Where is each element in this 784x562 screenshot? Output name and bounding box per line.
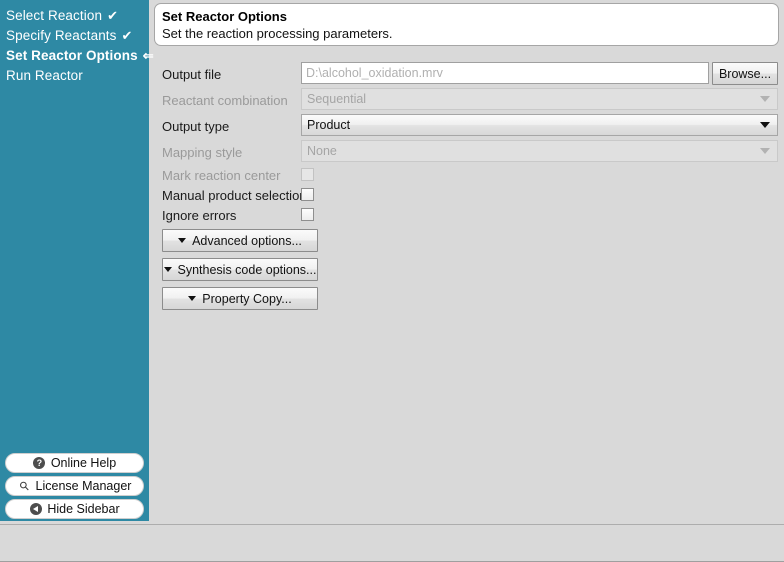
output-type-label: Output type <box>162 119 230 134</box>
advanced-options-label: Advanced options... <box>192 233 302 248</box>
license-manager-label: License Manager <box>35 479 132 493</box>
caret-down-icon <box>188 296 197 301</box>
chevron-down-icon <box>760 122 770 128</box>
ignore-errors-label: Ignore errors <box>162 208 237 223</box>
ignore-errors-checkbox[interactable] <box>301 208 314 221</box>
chevron-down-icon <box>760 96 770 102</box>
step-complete-check-icon: ✔ <box>107 8 119 23</box>
hide-sidebar-label: Hide Sidebar <box>47 502 120 516</box>
key-icon: ⚲ <box>15 477 33 495</box>
output-type-value: Product <box>307 118 351 132</box>
step-complete-check-icon: ✔ <box>121 28 133 43</box>
manual-product-selection-checkbox[interactable] <box>301 188 314 201</box>
browse-button[interactable]: Browse... <box>712 62 778 85</box>
collapse-left-icon <box>29 503 42 516</box>
output-file-input[interactable]: D:\alcohol_oxidation.mrv <box>301 62 709 84</box>
mark-reaction-center-checkbox <box>301 168 314 181</box>
mapping-style-label: Mapping style <box>162 145 243 160</box>
mark-reaction-center-label: Mark reaction center <box>162 168 281 183</box>
caret-down-icon <box>178 238 187 243</box>
chevron-down-icon <box>760 148 770 154</box>
property-copy-button[interactable]: Property Copy... <box>162 287 318 310</box>
sidebar-step-label: Specify Reactants <box>6 28 117 43</box>
sidebar: Select Reaction ✔ Specify Reactants ✔ Set … <box>0 0 154 521</box>
sidebar-step-run-reactor[interactable]: Run Reactor <box>6 68 83 83</box>
question-mark-icon: ? <box>33 457 46 470</box>
page-title: Set Reactor Options <box>162 9 287 24</box>
property-copy-label: Property Copy... <box>202 291 292 306</box>
sidebar-step-select-reaction[interactable]: Select Reaction ✔ <box>6 8 118 24</box>
sidebar-step-label: Select Reaction <box>6 8 103 23</box>
output-file-label: Output file <box>162 67 222 82</box>
sidebar-step-set-reactor-options[interactable]: Set Reactor Options ⇐ <box>6 48 154 64</box>
mapping-style-value: None <box>307 144 337 158</box>
online-help-button[interactable]: ? Online Help <box>5 453 144 473</box>
synthesis-code-options-button[interactable]: Synthesis code options... <box>162 258 318 281</box>
license-manager-button[interactable]: ⚲ License Manager <box>5 476 144 496</box>
reactant-combination-value: Sequential <box>307 92 367 106</box>
online-help-label: Online Help <box>50 456 117 470</box>
advanced-options-button[interactable]: Advanced options... <box>162 229 318 252</box>
output-type-select[interactable]: Product <box>301 114 778 136</box>
page-header-panel: Set Reactor Options Set the reaction pro… <box>154 3 779 46</box>
sidebar-step-label: Run Reactor <box>6 68 83 83</box>
synthesis-code-options-label: Synthesis code options... <box>177 262 317 277</box>
mapping-style-select: None <box>301 140 778 162</box>
caret-down-icon <box>163 267 172 272</box>
page-subtitle: Set the reaction processing parameters. <box>162 26 393 41</box>
hide-sidebar-button[interactable]: Hide Sidebar <box>5 499 144 519</box>
current-step-arrow-icon: ⇐ <box>142 48 154 63</box>
manual-product-selection-label: Manual product selection <box>162 188 307 203</box>
footer-bar: < Back Next > Finish Cancel <box>0 525 784 562</box>
sidebar-step-label: Set Reactor Options <box>6 48 138 63</box>
sidebar-step-specify-reactants[interactable]: Specify Reactants ✔ <box>6 28 133 44</box>
reactant-combination-label: Reactant combination <box>162 93 288 108</box>
reactant-combination-select: Sequential <box>301 88 778 110</box>
